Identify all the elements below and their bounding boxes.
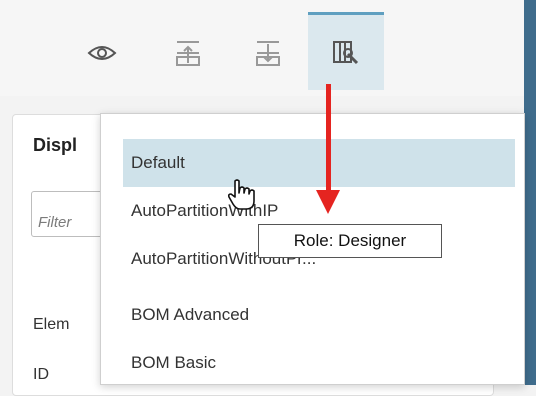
menu-item-label: BOM Basic [131, 353, 217, 372]
filter-placeholder: Filter [38, 214, 72, 231]
expand-top-icon [174, 39, 202, 67]
eye-icon [87, 42, 117, 64]
expand-up-button[interactable] [150, 16, 226, 90]
role-tooltip: Role: Designer [258, 224, 442, 258]
menu-item-bom-advanced[interactable]: BOM Advanced [123, 291, 515, 339]
menu-item-bom-basic[interactable]: BOM Basic [123, 339, 515, 387]
tooltip-text: Role: Designer [293, 231, 407, 250]
element-label: Elem [33, 316, 70, 333]
expand-bottom-icon [254, 39, 282, 67]
id-label: ID [33, 366, 49, 383]
role-settings-icon [331, 38, 361, 68]
right-edge-accent [524, 0, 536, 385]
role-settings-button[interactable] [308, 12, 384, 90]
view-button[interactable] [64, 16, 140, 90]
expand-down-button[interactable] [230, 16, 306, 90]
menu-item-default[interactable]: Default [123, 139, 515, 187]
annotation-arrow-shaft [326, 84, 331, 194]
menu-item-label: Default [131, 153, 185, 172]
annotation-arrow-head [316, 190, 340, 214]
menu-item-label: BOM Advanced [131, 305, 250, 324]
panel-title: Displ [33, 135, 78, 155]
hand-cursor-icon [227, 179, 257, 216]
